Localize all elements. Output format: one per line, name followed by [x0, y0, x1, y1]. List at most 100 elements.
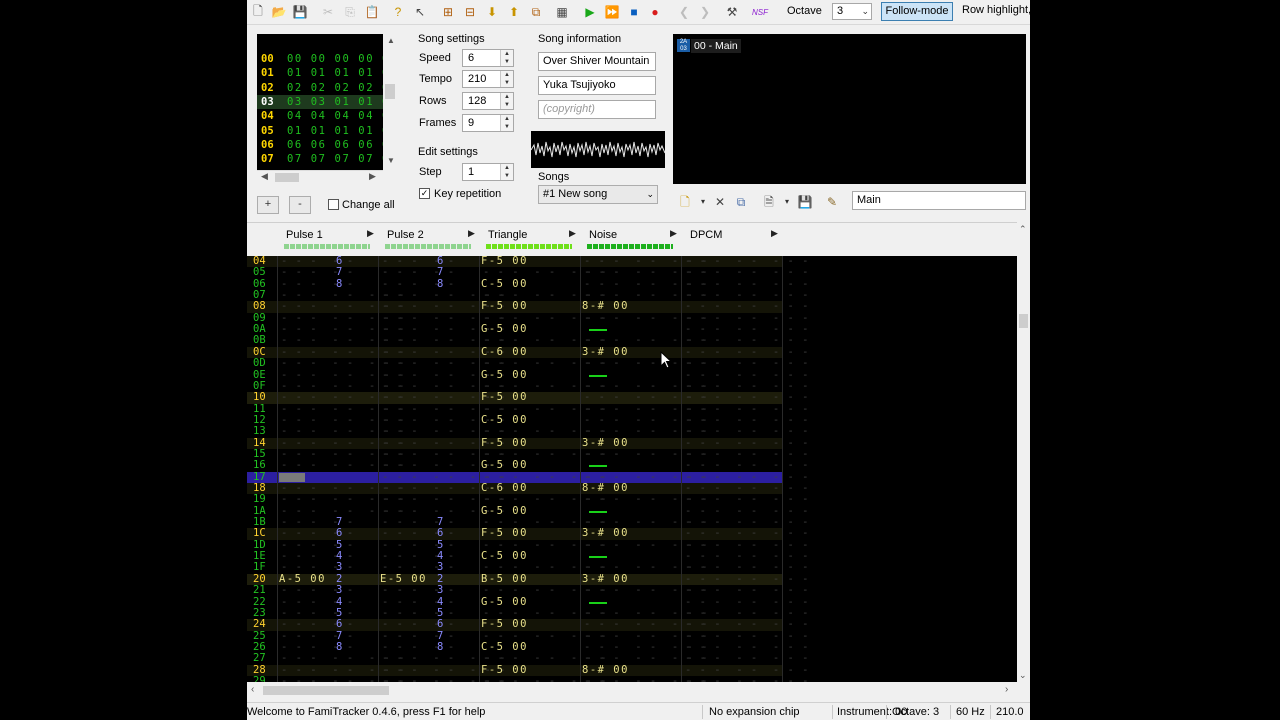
move-frame-down-icon[interactable]: ⬇: [483, 3, 501, 21]
help-icon[interactable]: ?: [389, 3, 407, 21]
pattern-row[interactable]: 29- - - - - - - -- - - - - - - -- - - - …: [247, 675, 808, 682]
pattern-row[interactable]: 10- - - - - - - -- - - - - - - - F-5 00- …: [247, 391, 808, 404]
empty-cell[interactable]: - - - - -: [382, 584, 455, 596]
spin-arrows-icon[interactable]: ▲ ▼: [500, 115, 513, 131]
scroll-up-icon[interactable]: ⌃: [1019, 224, 1027, 235]
pattern-row[interactable]: 24- - - - -6- - - - -6 F-5 00- - - - - - …: [247, 618, 808, 631]
empty-cell[interactable]: - - - - - - - -: [685, 652, 809, 664]
scroll-left-icon[interactable]: ◀: [261, 171, 268, 182]
empty-cell[interactable]: - - - - -: [281, 584, 354, 596]
module-properties-icon[interactable]: ▦: [553, 3, 571, 21]
volume-cell[interactable]: 7: [336, 266, 342, 278]
change-all-checkbox[interactable]: [328, 199, 339, 210]
note-release-marker[interactable]: [589, 601, 607, 604]
note-cell[interactable]: F-5 00: [481, 618, 528, 630]
pattern-row[interactable]: 21- - - - -3- - - - -3- - - - - - - -- -…: [247, 584, 808, 596]
remove-frame-icon[interactable]: ⊟: [461, 3, 479, 21]
pattern-vscroll[interactable]: ⌃ ⌄: [1017, 222, 1030, 684]
song-select[interactable]: #1 New song ⌄: [538, 185, 658, 204]
insert-frame-icon[interactable]: ⊞: [439, 3, 457, 21]
volume-cell[interactable]: 3: [336, 584, 342, 596]
empty-cell[interactable]: - - - - - - - -: [685, 391, 809, 403]
frame-row[interactable]: 06 06 06 06 06 00: [257, 138, 383, 152]
follow-mode-button[interactable]: Follow-mode: [881, 2, 953, 21]
duplicate-frame-icon[interactable]: ⧉: [527, 3, 545, 21]
scroll-right-icon[interactable]: ›: [1005, 684, 1008, 695]
save-icon[interactable]: 💾: [291, 3, 309, 21]
move-frame-up-icon[interactable]: ⬆: [505, 3, 523, 21]
stop-icon[interactable]: ■: [625, 3, 643, 21]
volume-cell[interactable]: 6: [437, 618, 443, 630]
empty-cell[interactable]: - - - - - - - -: [685, 425, 809, 437]
save-instrument-icon[interactable]: 💾: [797, 194, 813, 210]
frame-row[interactable]: 00 00 00 00 00 00: [257, 52, 383, 66]
scroll-up-icon[interactable]: ▲: [387, 36, 395, 45]
new-file-icon[interactable]: 🗋: [249, 3, 267, 21]
spin-arrows-icon[interactable]: ▲ ▼: [500, 164, 513, 180]
pattern-row[interactable]: 0D - - - - - - - -- - - - - - - -- - - - …: [247, 357, 808, 369]
pattern-editor[interactable]: 04- - - - -6- - - - -6 F-5 00- - - - - - …: [247, 256, 1017, 682]
load-instrument-icon[interactable]: 🗎: [761, 194, 777, 210]
spin-arrows-icon[interactable]: ▲ ▼: [500, 71, 513, 87]
channel-name-pulse-2[interactable]: Pulse 2: [387, 229, 477, 241]
tempo-spinner[interactable]: 210 ▲ ▼: [462, 70, 514, 88]
pattern-row[interactable]: 13- - - - - - - -- - - - - - - -- - - - …: [247, 425, 808, 437]
copy-icon[interactable]: ⎘: [341, 3, 359, 21]
scroll-thumb[interactable]: [1019, 314, 1028, 328]
pattern-row[interactable]: 05- - - - -7- - - - -7- - - - - - - -- -…: [247, 266, 808, 278]
previous-track-icon[interactable]: ❮: [675, 3, 693, 21]
empty-cell[interactable]: - - - - -: [382, 618, 455, 630]
instrument-name-field[interactable]: Main: [852, 191, 1026, 210]
song-name-field[interactable]: Over Shiver Mountain: [538, 52, 656, 71]
copyright-field[interactable]: (copyright): [538, 100, 656, 119]
open-file-icon[interactable]: 📂: [270, 3, 288, 21]
empty-cell[interactable]: - - - - - - - -: [685, 584, 809, 596]
frame-row[interactable]: 05 01 01 01 01 00: [257, 124, 383, 138]
scroll-thumb[interactable]: [275, 173, 299, 182]
frame-row[interactable]: 01 01 01 01 01 00: [257, 66, 383, 80]
volume-cell[interactable]: 7: [437, 266, 443, 278]
volume-cell[interactable]: 3: [437, 584, 443, 596]
channel-name-triangle[interactable]: Triangle: [488, 229, 578, 241]
pattern-row[interactable]: 16- - - - - - - -- - - - - - - - G-5 00- …: [247, 459, 808, 471]
note-release-marker[interactable]: [589, 465, 607, 468]
channel-expand-icon[interactable]: ▶: [670, 228, 677, 239]
remove-frame-button[interactable]: -: [289, 196, 311, 214]
channel-expand-icon[interactable]: ▶: [771, 228, 778, 239]
artist-field[interactable]: Yuka Tsujiyoko: [538, 76, 656, 95]
empty-cell[interactable]: - - - - - - - -: [685, 675, 809, 682]
note-release-marker[interactable]: [589, 329, 607, 332]
play-icon[interactable]: ▶: [581, 3, 599, 21]
key-repetition-checkbox[interactable]: ✓: [419, 188, 430, 199]
volume-cell[interactable]: 6: [336, 618, 342, 630]
cursor-cell[interactable]: [279, 472, 305, 482]
empty-cell[interactable]: - - - - -: [281, 266, 354, 278]
note-release-marker[interactable]: [589, 374, 607, 377]
remove-instrument-icon[interactable]: ✕: [712, 194, 728, 210]
channel-name-noise[interactable]: Noise: [589, 229, 679, 241]
channel-name-pulse-1[interactable]: Pulse 1: [286, 229, 376, 241]
chevron-down-icon[interactable]: ▾: [695, 194, 711, 210]
channel-name-dpcm[interactable]: DPCM: [690, 229, 780, 241]
empty-cell[interactable]: - - - - - - - -: [685, 493, 809, 505]
clone-instrument-icon[interactable]: ⧉: [733, 194, 749, 210]
frame-row[interactable]: 04 04 04 04 04 00: [257, 109, 383, 123]
scroll-thumb[interactable]: [385, 84, 395, 99]
scroll-right-icon[interactable]: ▶: [369, 171, 376, 182]
frame-list-vscroll[interactable]: ▲ ▼: [383, 34, 399, 170]
export-nsf-icon[interactable]: NSF: [749, 3, 771, 21]
scroll-down-icon[interactable]: ▼: [387, 156, 395, 165]
scroll-down-icon[interactable]: ⌄: [1019, 670, 1027, 681]
octave-select[interactable]: 3 ⌄: [832, 3, 872, 20]
pattern-hscroll[interactable]: ‹ ›: [247, 683, 1017, 699]
pattern-row[interactable]: 27- - - - - - - -- - - - - - - -- - - - …: [247, 652, 808, 664]
empty-cell[interactable]: - - - - - - - -: [685, 266, 809, 278]
frame-row[interactable]: 03 03 03 01 01 00: [257, 94, 383, 109]
note-release-marker[interactable]: [589, 510, 607, 513]
spin-arrows-icon[interactable]: ▲ ▼: [500, 93, 513, 109]
note-cell[interactable]: G-5 00: [481, 459, 528, 471]
note-release-marker[interactable]: [589, 556, 607, 559]
record-icon[interactable]: ●: [646, 3, 664, 21]
new-instrument-icon[interactable]: 🗋: [677, 194, 693, 210]
frames-spinner[interactable]: 9 ▲ ▼: [462, 114, 514, 132]
